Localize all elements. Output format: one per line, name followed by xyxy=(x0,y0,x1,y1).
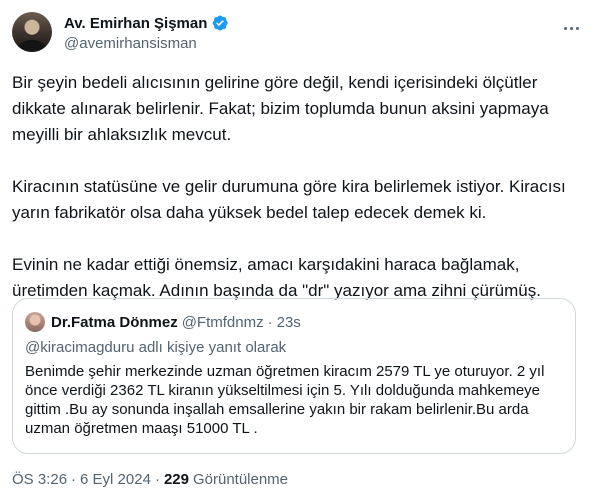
author-avatar[interactable] xyxy=(12,12,52,52)
meta-separator: · xyxy=(71,471,77,488)
quoted-author-handle: @Ftmfdnmz xyxy=(181,313,264,331)
quoted-tweet-text: Benimde şehir merkezinde uzman öğretmen … xyxy=(25,363,545,437)
quoted-author-avatar xyxy=(25,312,45,332)
quoted-tweet[interactable]: Dr.Fatma Dönmez @Ftmfdnmz · 23s @kiracim… xyxy=(12,298,576,454)
tweet-header: Av. Emirhan Şişman @avemirhansisman xyxy=(12,12,587,56)
author-name-row: Av. Emirhan Şişman xyxy=(64,14,229,32)
tweet-text: Bir şeyin bedeli alıcısının gelirine gör… xyxy=(12,70,587,304)
author-display-name[interactable]: Av. Emirhan Şişman xyxy=(64,15,207,32)
views-count[interactable]: 229 xyxy=(164,471,189,488)
tweet-paragraph: Kiracının statüsüne ve gelir durumuna gö… xyxy=(12,177,566,222)
tweet-time[interactable]: ÖS 3:26 xyxy=(12,471,67,488)
more-options-icon[interactable] xyxy=(559,18,583,38)
tweet-paragraph: Evinin ne kadar ettiği önemsiz, amacı ka… xyxy=(12,255,541,300)
quoted-reply-context: @kiracimagduru adlı kişiye yanıt olarak xyxy=(25,339,287,356)
quoted-separator: · xyxy=(267,313,273,331)
views-label: Görüntülenme xyxy=(192,471,289,488)
tweet-paragraph: Bir şeyin bedeli alıcısının gelirine gör… xyxy=(12,73,549,144)
verified-badge-icon xyxy=(213,15,229,31)
tweet-date[interactable]: 6 Eyl 2024 xyxy=(80,471,151,488)
author-handle[interactable]: @avemirhansisman xyxy=(64,35,197,52)
quoted-tweet-header: Dr.Fatma Dönmez @Ftmfdnmz · 23s xyxy=(25,311,301,333)
meta-separator: · xyxy=(154,471,160,488)
quoted-tweet-time: 23s xyxy=(276,313,301,331)
quoted-author-display-name: Dr.Fatma Dönmez xyxy=(51,313,178,331)
tweet-meta: ÖS 3:26 · 6 Eyl 2024 · 229 Görüntülenme xyxy=(12,471,288,488)
